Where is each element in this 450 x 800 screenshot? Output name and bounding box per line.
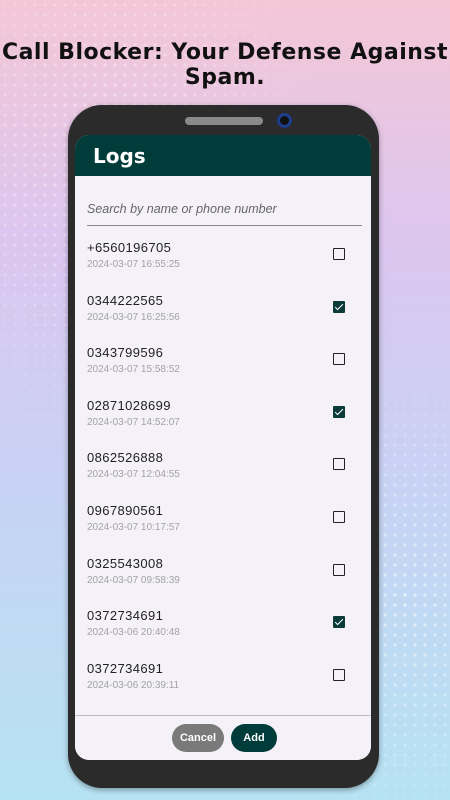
log-checkbox[interactable] (333, 510, 345, 523)
log-timestamp: 2024-03-07 10:17:57 (87, 521, 180, 533)
log-timestamp: 2024-03-06 20:39:11 (87, 679, 180, 691)
log-checkbox[interactable] (333, 458, 345, 471)
cancel-button[interactable]: Cancel (172, 724, 224, 752)
app-bar: Logs (75, 135, 371, 176)
page-title: Logs (93, 143, 146, 168)
log-checkbox[interactable] (333, 668, 345, 681)
log-checkbox[interactable] (333, 353, 345, 366)
log-timestamp: 2024-03-07 14:52:07 (87, 416, 180, 428)
speaker-grille (185, 117, 263, 125)
log-timestamp: 2024-03-07 09:58:39 (87, 574, 180, 586)
log-checkbox[interactable] (333, 616, 345, 629)
app-screen: Logs +6560196705 2024-03-07 16:55:25 034… (75, 135, 371, 760)
log-row[interactable]: 02871028699 2024-03-07 14:52:07 (75, 398, 371, 451)
log-list: +6560196705 2024-03-07 16:55:25 03442225… (75, 240, 371, 713)
log-timestamp: 2024-03-07 16:55:25 (87, 259, 180, 270)
log-timestamp: 2024-03-07 15:58:52 (87, 364, 180, 376)
log-row[interactable]: 0372734691 2024-03-06 20:40:48 (75, 608, 371, 661)
log-timestamp: 2024-03-06 20:40:48 (87, 627, 180, 639)
log-phone-number: 0372734691 (87, 608, 164, 624)
log-row[interactable]: 0862526888 2024-03-07 12:04:55 (75, 450, 371, 503)
log-checkbox[interactable] (333, 248, 345, 260)
log-row[interactable]: 0967890561 2024-03-07 10:17:57 (75, 503, 371, 556)
log-timestamp: 2024-03-07 12:04:55 (87, 469, 180, 481)
log-checkbox[interactable] (333, 563, 345, 576)
log-phone-number: 0372734691 (87, 660, 164, 676)
log-row[interactable]: 0372734691 2024-03-06 20:39:11 (75, 661, 371, 714)
log-phone-number: 0344222565 (87, 292, 164, 308)
log-checkbox[interactable] (333, 405, 345, 418)
log-phone-number: 0967890561 (87, 502, 164, 518)
log-phone-number: +6560196705 (87, 240, 172, 255)
log-phone-number: 0862526888 (87, 450, 164, 466)
add-button[interactable]: Add (231, 724, 277, 752)
log-row[interactable]: 0343799596 2024-03-07 15:58:52 (75, 345, 371, 398)
log-phone-number: 0325543008 (87, 555, 164, 571)
log-row[interactable]: +6560196705 2024-03-07 16:55:25 (75, 240, 371, 293)
log-row[interactable]: 0344222565 2024-03-07 16:25:56 (75, 293, 371, 346)
log-timestamp: 2024-03-07 16:25:56 (87, 311, 180, 323)
action-bar: Cancel Add (75, 715, 371, 760)
promo-headline: Call Blocker: Your Defense Against Spam. (1, 40, 449, 90)
search-input[interactable] (87, 202, 362, 216)
log-phone-number: 02871028699 (87, 397, 171, 413)
front-camera (277, 113, 292, 128)
search-field[interactable] (87, 202, 362, 226)
phone-frame: Logs +6560196705 2024-03-07 16:55:25 034… (68, 105, 379, 788)
log-phone-number: 0343799596 (87, 345, 164, 361)
log-row[interactable]: 0325543008 2024-03-07 09:58:39 (75, 556, 371, 609)
log-checkbox[interactable] (333, 300, 345, 313)
